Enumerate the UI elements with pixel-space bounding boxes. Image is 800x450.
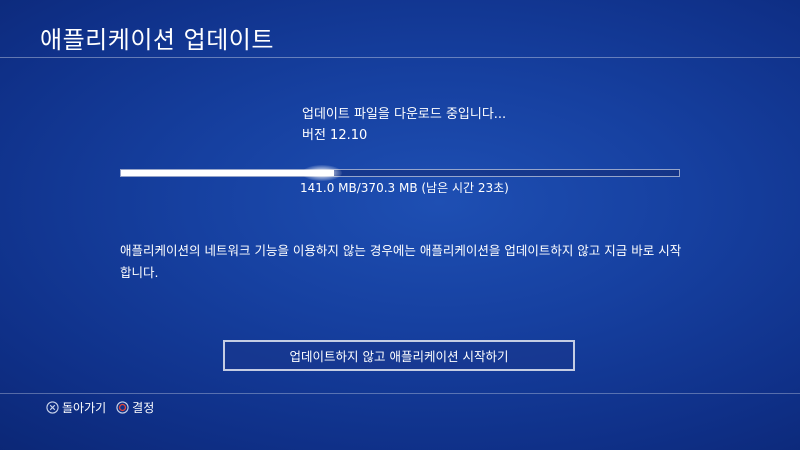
start-without-update-button[interactable]: 업데이트하지 않고 애플리케이션 시작하기 bbox=[223, 340, 575, 371]
back-label: 돌아가기 bbox=[62, 400, 107, 415]
download-status-text: 업데이트 파일을 다운로드 중입니다... bbox=[302, 107, 507, 122]
start-without-update-label: 업데이트하지 않고 애플리케이션 시작하기 bbox=[289, 349, 509, 364]
description-text: 애플리케이션의 네트워크 기능을 이용하지 않는 경우에는 애플리케이션을 업데… bbox=[120, 243, 682, 280]
confirm-action[interactable]: 결정 bbox=[116, 399, 154, 416]
version-text: 버전 12.10 bbox=[302, 128, 368, 143]
footer-controls: 돌아가기 결정 bbox=[46, 398, 164, 416]
download-progress-bar bbox=[120, 165, 680, 181]
confirm-label: 결정 bbox=[132, 400, 155, 415]
title-divider bbox=[0, 57, 800, 58]
back-action[interactable]: 돌아가기 bbox=[46, 399, 106, 416]
circle-button-icon bbox=[116, 400, 129, 414]
footer-divider bbox=[0, 393, 800, 394]
progress-size-text: 141.0 MB/370.3 MB (남은 시간 23초) bbox=[300, 181, 509, 195]
update-screen: 애플리케이션 업데이트 업데이트 파일을 다운로드 중입니다... 버전 12.… bbox=[0, 0, 800, 450]
page-title: 애플리케이션 업데이트 bbox=[40, 26, 274, 54]
cross-button-icon bbox=[46, 400, 59, 414]
